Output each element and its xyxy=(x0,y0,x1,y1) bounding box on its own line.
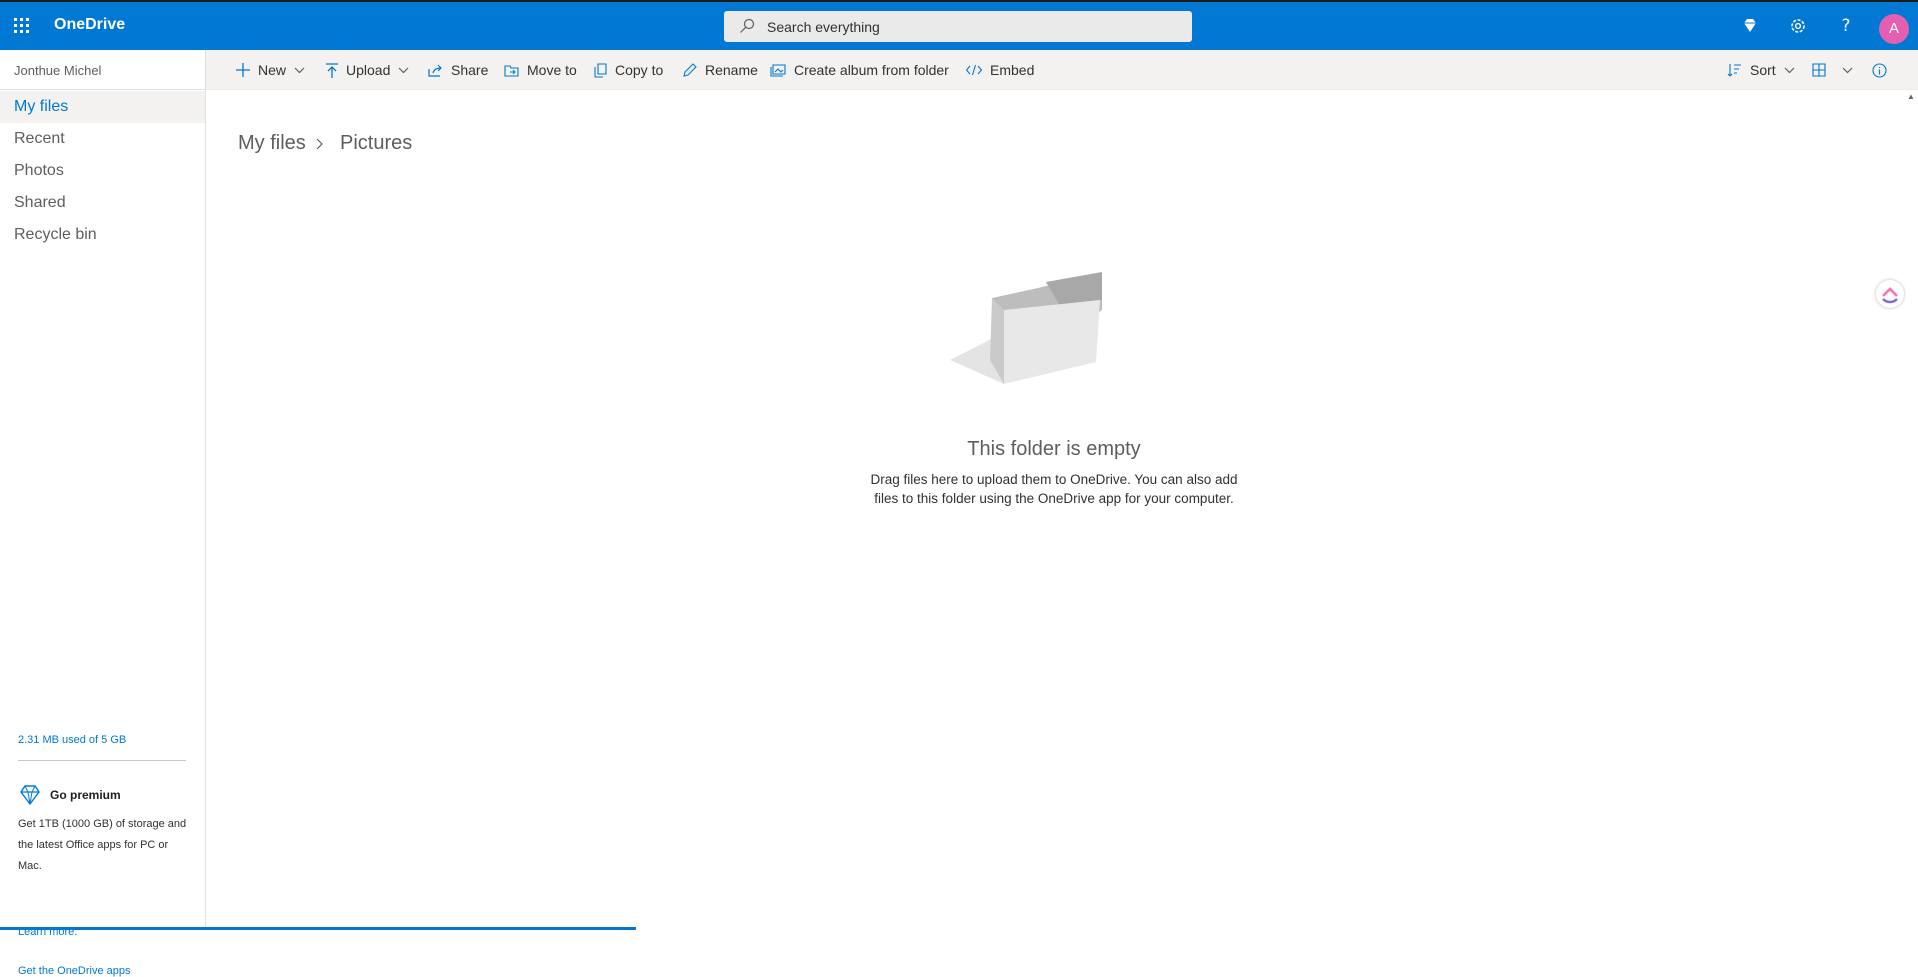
rename-pencil-icon xyxy=(683,62,697,77)
chevron-down-icon xyxy=(294,67,305,73)
vertical-scrollbar[interactable] xyxy=(1906,90,1918,930)
premium-diamond-icon[interactable] xyxy=(1738,14,1762,38)
share-icon xyxy=(428,64,442,77)
empty-folder-description: Drag files here to upload them to OneDri… xyxy=(870,472,1238,506)
divider xyxy=(0,89,205,90)
copy-to-label: Copy to xyxy=(615,62,664,78)
sort-label: Sort xyxy=(1750,62,1776,78)
sort-icon xyxy=(1727,64,1741,77)
new-button[interactable]: New xyxy=(236,50,305,90)
sort-button[interactable]: Sort xyxy=(1727,50,1795,90)
grid-view-icon xyxy=(1812,63,1826,77)
settings-gear-icon[interactable] xyxy=(1786,14,1810,38)
sidebar-item-photos[interactable]: Photos xyxy=(0,155,205,187)
move-to-label: Move to xyxy=(527,62,577,78)
search-icon xyxy=(740,18,755,33)
create-album-button[interactable]: Create album from folder xyxy=(770,50,949,90)
get-apps-link[interactable]: Get the OneDrive apps xyxy=(18,965,131,977)
upload-icon xyxy=(326,62,338,78)
search-placeholder: Search everything xyxy=(767,19,880,35)
copy-to-button[interactable]: Copy to xyxy=(594,50,663,90)
sidebar-item-my-files[interactable]: My files xyxy=(0,91,205,123)
command-bar: New Upload Share Move to Copy to Rename … xyxy=(206,50,1918,90)
info-button[interactable] xyxy=(1872,50,1895,90)
chevron-down-icon xyxy=(398,67,409,73)
copy-icon xyxy=(594,62,607,78)
move-to-button[interactable]: Move to xyxy=(504,50,577,90)
breadcrumb-pictures: Pictures xyxy=(340,132,413,154)
app-launcher-icon[interactable] xyxy=(14,18,30,34)
svg-text:?: ? xyxy=(1841,16,1850,36)
sidebar: Jonthue Michel My files Recent Photos Sh… xyxy=(0,50,206,977)
info-icon xyxy=(1872,62,1887,78)
premium-description: Get 1TB (1000 GB) of storage and the lat… xyxy=(18,818,187,872)
chevron-down-icon xyxy=(1842,67,1853,73)
view-options-button[interactable] xyxy=(1812,50,1853,90)
chevron-right-icon xyxy=(316,138,323,150)
avatar[interactable]: A xyxy=(1879,14,1909,44)
scroll-up-arrow-icon[interactable]: ▲ xyxy=(1907,92,1915,101)
move-to-icon xyxy=(504,64,519,77)
app-name[interactable]: OneDrive xyxy=(54,16,125,34)
clickup-logo-icon xyxy=(1882,287,1898,304)
breadcrumb-my-files[interactable]: My files xyxy=(238,132,306,155)
share-label: Share xyxy=(451,62,489,78)
premium-diamond-icon xyxy=(20,785,40,806)
upload-label: Upload xyxy=(346,62,391,78)
upload-button[interactable]: Upload xyxy=(326,50,409,90)
empty-folder-title: This folder is empty xyxy=(967,438,1141,460)
quota-divider xyxy=(18,760,186,761)
chevron-down-icon xyxy=(1784,67,1795,73)
storage-quota-link[interactable]: 2.31 MB used of 5 GB xyxy=(18,734,126,746)
sidebar-item-recent[interactable]: Recent xyxy=(0,123,205,155)
plus-icon xyxy=(236,63,250,77)
search-input[interactable]: Search everything xyxy=(724,11,1192,42)
create-album-label: Create album from folder xyxy=(794,62,949,78)
embed-code-icon xyxy=(966,64,982,76)
go-premium-title: Go premium xyxy=(50,788,121,802)
rename-button[interactable]: Rename xyxy=(682,50,758,90)
help-icon[interactable]: ? xyxy=(1834,14,1858,38)
new-label: New xyxy=(258,62,287,78)
sidebar-item-shared[interactable]: Shared xyxy=(0,187,205,219)
rename-label: Rename xyxy=(705,62,758,78)
embed-button[interactable]: Embed xyxy=(966,50,1034,90)
album-icon xyxy=(770,63,786,77)
sidebar-item-recycle-bin[interactable]: Recycle bin xyxy=(0,219,205,251)
clickup-extension-icon[interactable] xyxy=(1876,280,1904,308)
share-button[interactable]: Share xyxy=(428,50,488,90)
empty-folder-illustration xyxy=(950,272,1102,384)
app-header: OneDrive Search everything ? A xyxy=(0,0,1918,50)
embed-label: Embed xyxy=(990,62,1035,78)
user-name: Jonthue Michel xyxy=(14,63,102,78)
